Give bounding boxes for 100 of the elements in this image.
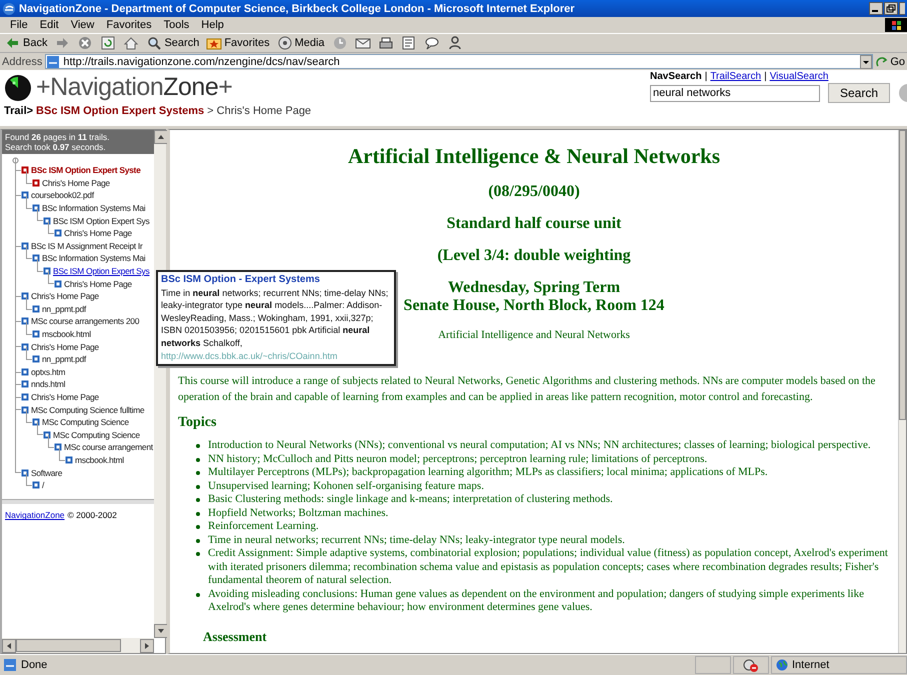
mail-icon[interactable] — [354, 36, 371, 50]
search-tab[interactable]: VisualSearch — [770, 71, 828, 82]
stop-icon[interactable] — [77, 36, 94, 50]
tree-item[interactable]: MSc Computing Science fulltime — [31, 404, 144, 415]
topic-item: Multilayer Perceptrons (MLPs); backpropagation learning algorithm; MLPs as classifiers; local minima; applications of MLPs. — [208, 466, 768, 480]
separator: | — [704, 71, 708, 82]
tooltip-title: BSc ISM Option - Expert Systems — [161, 274, 321, 287]
star-folder-icon — [206, 36, 222, 50]
heading-text: Wednesday, Spring Term — [448, 279, 620, 297]
menu-item[interactable]: File — [4, 19, 34, 31]
bullet-icon — [196, 471, 200, 475]
tree-item[interactable]: optxs.htm — [31, 366, 66, 377]
toolbar-button[interactable]: Favorites — [204, 36, 272, 50]
scroll-up-icon[interactable] — [154, 130, 168, 144]
topic-item: Reinforcement Learning. — [208, 520, 319, 534]
menu-item[interactable]: Help — [195, 19, 230, 31]
summary-text: Found 26 pages in 11 trails. — [5, 132, 110, 142]
tree-item[interactable]: BSc ISM Option Expert Sys — [53, 266, 150, 276]
heading-text: Artificial Intelligence and Neural Networks — [438, 329, 630, 341]
page-icon — [46, 54, 60, 68]
status-panel — [695, 656, 731, 674]
tree-item[interactable]: MSc course arrangements 200 — [31, 316, 140, 326]
tree-item[interactable]: Chris's Home Page — [31, 342, 99, 352]
media-icon — [276, 36, 293, 50]
search-tab[interactable]: TrailSearch — [710, 71, 762, 82]
back-arrow-icon — [5, 36, 21, 50]
minimize-icon[interactable] — [869, 2, 883, 15]
footer-link[interactable]: NavigationZone — [5, 510, 65, 520]
tree-item[interactable]: MSc Computing Science — [53, 430, 140, 440]
menu-item[interactable]: Tools — [158, 19, 196, 31]
tree-item[interactable]: nnds.html — [31, 379, 66, 390]
scroll-right-icon[interactable] — [140, 638, 154, 652]
search-tab[interactable]: NavSearch — [650, 71, 702, 82]
tree-item[interactable]: MSc course arrangement — [64, 442, 153, 452]
globe-icon — [776, 659, 788, 671]
tree-item[interactable]: BSc ISM Option Expert Sys — [53, 216, 150, 226]
tree-item[interactable]: Chris's Home Page — [64, 278, 132, 289]
heading-text: Senate House, North Block, Room 124 — [404, 297, 664, 315]
heading-text: (08/295/0040) — [488, 183, 580, 201]
tree-item[interactable]: / — [42, 480, 44, 490]
scroll-thumb[interactable] — [899, 130, 906, 420]
discuss-icon[interactable] — [424, 36, 440, 50]
toolbar-button[interactable]: Search — [144, 36, 202, 50]
bullet-icon — [196, 538, 200, 542]
toolbar-button[interactable]: Back — [3, 36, 50, 50]
menu-item[interactable]: Edit — [34, 19, 65, 31]
zone-text: Internet — [792, 659, 830, 671]
go-button[interactable]: Go — [876, 56, 905, 68]
scroll-thumb[interactable] — [16, 639, 121, 652]
tree-item[interactable]: Chris's Home Page — [31, 291, 99, 302]
refresh-icon[interactable] — [100, 36, 116, 50]
topic-item: Basic Clustering methods: single linkage and k-means; interpretation of clustering methods. — [208, 493, 613, 506]
heading-text: Standard half course unit — [446, 215, 622, 233]
page-title: Artificial Intelligence & Neural Networks — [348, 144, 720, 169]
bullet-icon — [196, 512, 200, 516]
separator: | — [764, 71, 767, 82]
topic-item: Introduction to Neural Networks (NNs); conventional vs neural computation; AI vs NNs; NN architectures; classes of learning; biological perspective. — [208, 439, 871, 452]
bullet-icon — [196, 525, 200, 529]
tree-item[interactable]: nn_ppmt.pdf — [42, 304, 86, 314]
tree-item[interactable]: Chris's Home Page — [42, 178, 110, 188]
toolbar-button[interactable]: Media — [274, 36, 327, 50]
scroll-down-icon[interactable] — [154, 624, 168, 638]
tree-item[interactable]: Chris's Home Page — [31, 392, 99, 402]
trail-link[interactable]: BSc ISM Option Expert Systems — [36, 105, 204, 117]
tree-item[interactable]: mscbook.html — [42, 329, 91, 340]
printer-icon[interactable] — [378, 36, 394, 50]
tree-item[interactable]: nn_ppmt.pdf — [42, 354, 86, 364]
heading-text: (Level 3/4: double weighting — [437, 247, 631, 265]
tree-item[interactable]: Software — [31, 468, 62, 478]
scroll-left-icon[interactable] — [2, 638, 16, 652]
tree-item[interactable]: mscbook.html — [75, 454, 124, 465]
tree-item[interactable]: coursebook02.pdf — [31, 190, 94, 200]
topic-item: NN history; McCulloch and Pitts neuron model; perceptrons; perceptron learning rule; limitations of perceptrons. — [208, 452, 708, 466]
scrollbar[interactable] — [898, 130, 906, 653]
search-button[interactable]: Search — [828, 83, 890, 103]
menu-item[interactable]: Favorites — [100, 19, 158, 31]
search-field[interactable]: neural networks — [650, 84, 820, 102]
search-icon — [146, 36, 162, 50]
home-icon[interactable] — [123, 36, 140, 50]
topic-item: Hopfield Networks; Boltzman machines. — [208, 506, 388, 520]
scrollbar[interactable] — [2, 638, 154, 653]
menu-item[interactable]: View — [64, 19, 100, 31]
window-title: NavigationZone - Department of Computer Science, Birkbeck College London - Microsoft Internet Explorer — [19, 2, 576, 14]
bullet-icon — [196, 592, 200, 596]
edit-icon[interactable] — [400, 36, 417, 50]
tree-item[interactable]: BSc ISM Option Expert Syste — [31, 165, 141, 176]
tree-item[interactable]: BSc Information Systems Mai — [42, 253, 146, 264]
tree-item[interactable]: BSc Information Systems Mai — [42, 203, 146, 214]
summary-text: Search took 0.97 seconds. — [5, 142, 107, 152]
messenger-icon[interactable] — [446, 36, 463, 50]
trail-page[interactable]: > Chris's Home Page — [207, 105, 312, 117]
topic-item: Credit Assignment: Simple adaptive systems, combinatorial explosion; populations; individual value (fitness) as population concept, Axelrod's experiment with iterated prisoners dilemma; recombination schema value and epistasis as population concepts; cases where recombination degrades results; Fisher's fundamental theorem of natural selection. — [208, 547, 889, 588]
address-field[interactable]: http://trails.navigationzone.com/nzengine/dcs/nav/search — [45, 54, 874, 69]
copyright-text: © 2000-2002 — [68, 510, 117, 520]
tree-item[interactable]: MSc Computing Science — [42, 417, 129, 428]
bullet-icon — [196, 552, 200, 556]
bullet-icon — [196, 498, 200, 502]
tree-item[interactable]: Chris's Home Page — [64, 228, 132, 238]
tree-item[interactable]: BSc IS M Assignment Receipt Ir — [31, 240, 142, 251]
tooltip-url: http://www.dcs.bbk.ac.uk/~chris/COainn.htm — [161, 350, 338, 362]
